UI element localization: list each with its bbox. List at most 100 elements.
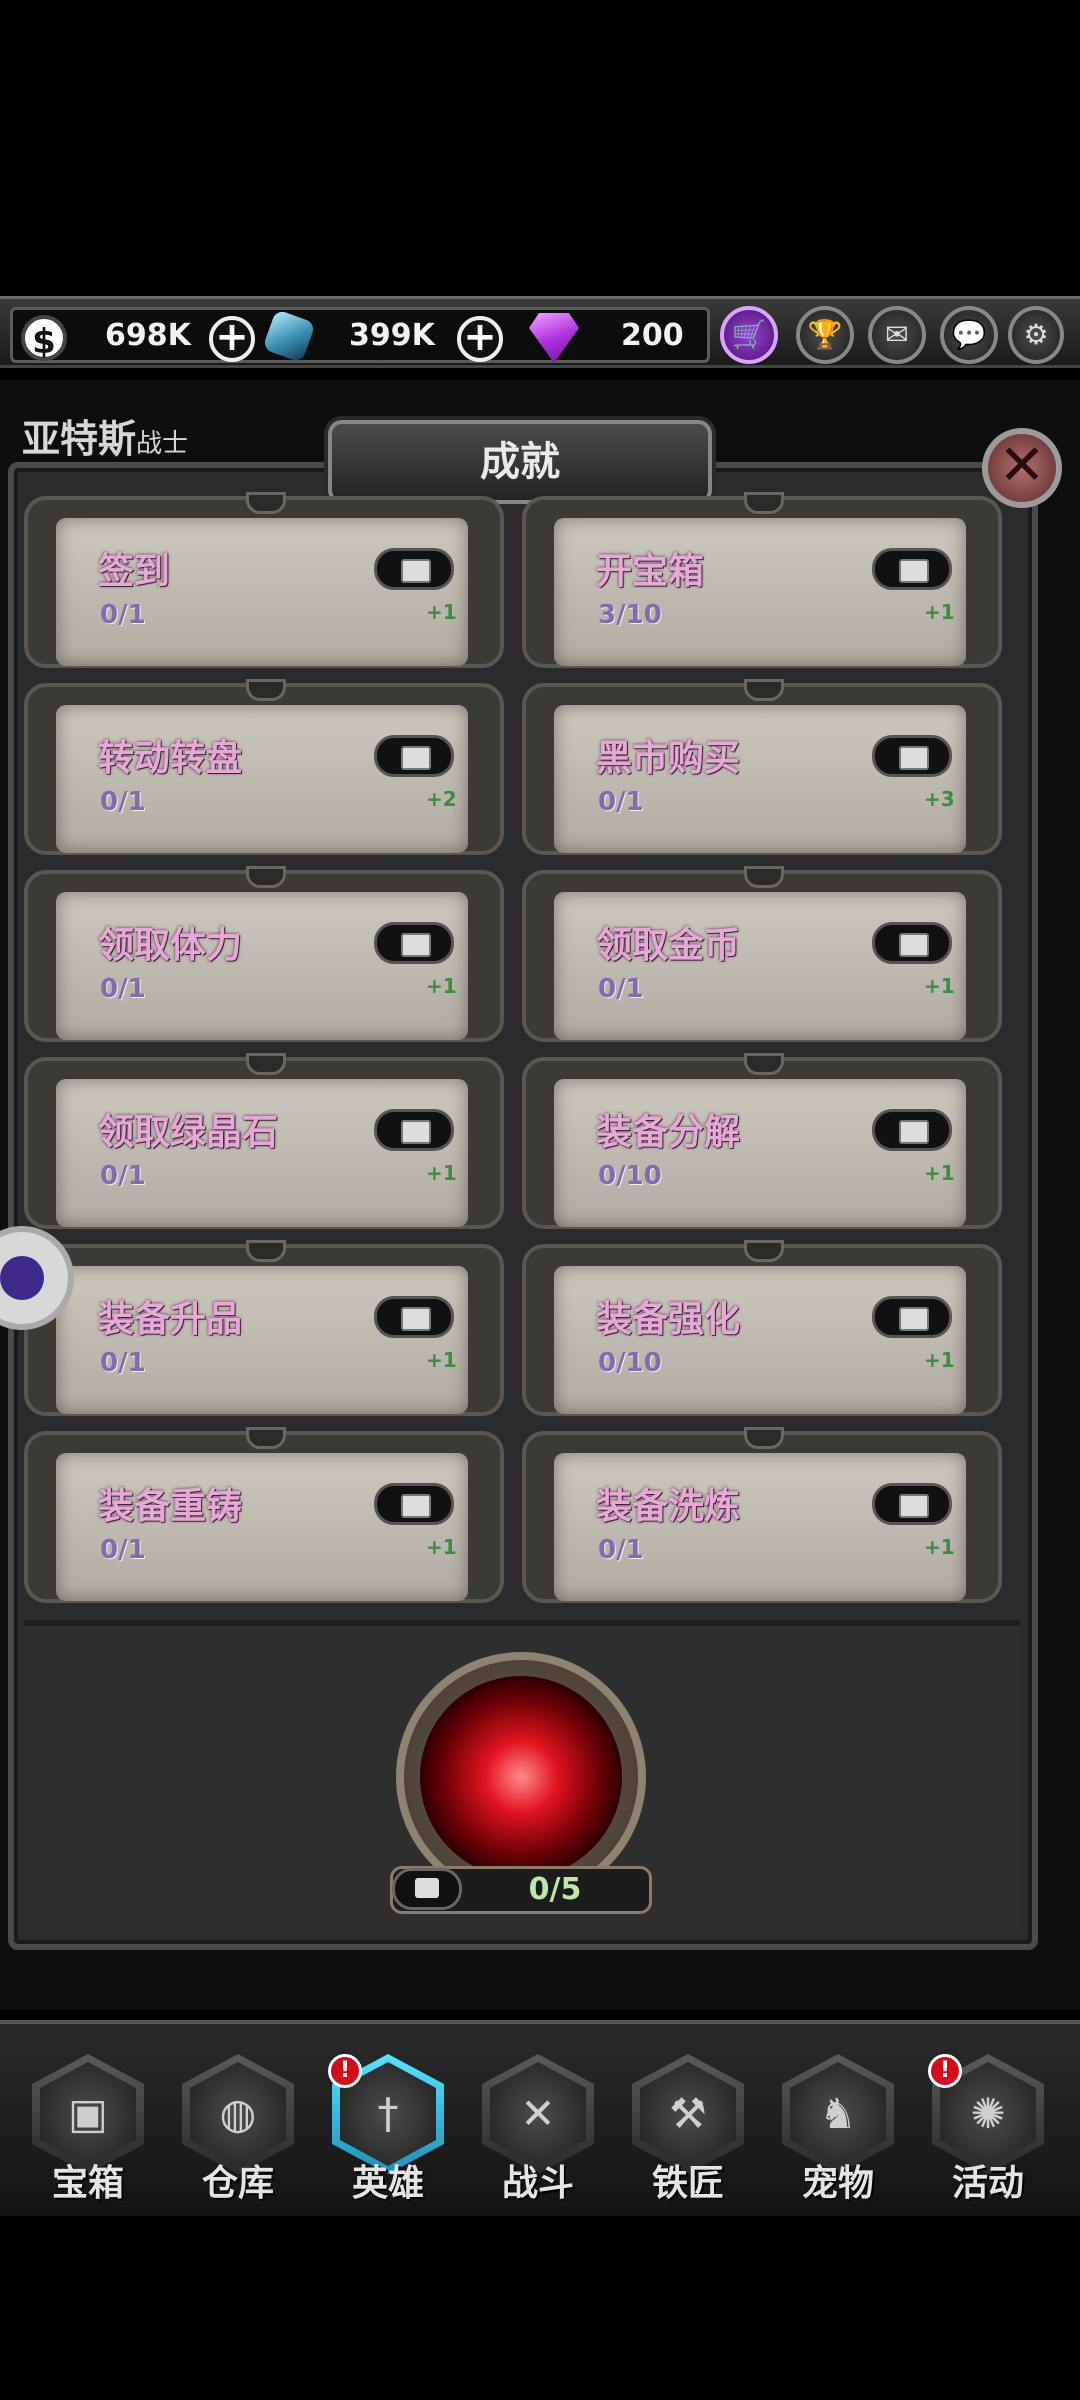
achievement-progress: 0/1 [100,1161,146,1191]
trophy-button[interactable]: 🏆 [796,306,854,364]
achievement-title: 签到 [98,551,171,592]
achievement-title: 黑市购买 [596,738,741,779]
modal-title: 成就 [328,420,712,504]
crystal-amount: 399K [349,318,435,353]
chest-icon [872,1109,952,1151]
chest-icon [872,922,952,964]
achievement-title: 装备强化 [596,1299,741,1340]
resource-box: $ 698K + 399K + 200 [10,307,710,363]
nav-label: 铁匠 [651,2163,724,2204]
card-knot [744,866,784,888]
card-knot [744,1053,784,1075]
card-knot [744,1427,784,1449]
add-gold-button[interactable]: + [209,316,255,362]
card-knot [246,1427,286,1449]
achievement-reward: +1 [426,600,457,624]
achievement-reward: +1 [924,1348,955,1372]
nav-item[interactable]: ✺ 活动! [928,2054,1048,2214]
achievement-reward: +2 [426,787,457,811]
red-orb-icon[interactable] [420,1676,622,1878]
dollar-coin-icon: $ [21,315,67,362]
purple-gem-icon [529,313,579,363]
nav-item[interactable]: ◍ 仓库 [178,2054,298,2214]
card-knot [246,492,286,514]
card-knot [744,1240,784,1262]
chest-icon: ▣ [40,2062,136,2166]
achievement-progress: 0/1 [100,974,146,1004]
achievement-card[interactable]: 装备洗炼 0/1 +1 [522,1427,1002,1603]
bottom-nav: ▣ 宝箱 ◍ 仓库 † 英雄! ✕ 战斗 ⚒ 铁匠 ♞ 宠物 ✺ 活动! [0,2020,1080,2216]
achievement-progress: 0/1 [598,787,644,817]
chest-icon [374,1483,454,1525]
chat-icon: 💬 [951,318,987,351]
card-knot [246,679,286,701]
mail-icon: ✉ [885,318,909,351]
dragon-icon: ♞ [790,2062,886,2166]
achievement-progress: 0/1 [598,974,644,1004]
achievement-card[interactable]: 装备重铸 0/1 +1 [24,1427,504,1603]
achievement-card[interactable]: 领取金币 0/1 +1 [522,866,1002,1042]
nav-label: 宠物 [801,2163,874,2204]
achievement-progress: 0/1 [100,787,146,817]
achievement-title: 转动转盘 [98,738,243,779]
card-knot [246,1240,286,1262]
gold-amount: 698K [105,318,191,353]
nav-label: 英雄 [351,2163,424,2204]
achievement-title: 装备分解 [596,1112,741,1153]
achievement-card[interactable]: 转动转盘 0/1 +2 [24,679,504,855]
achievement-progress: 3/10 [598,600,662,630]
achievement-card[interactable]: 领取绿晶石 0/1 +1 [24,1053,504,1229]
add-crystal-button[interactable]: + [457,316,503,362]
achievement-reward: +3 [924,787,955,811]
achievement-progress: 0/1 [598,1535,644,1565]
achievement-reward: +1 [924,600,955,624]
achievement-progress: 0/1 [100,600,146,630]
card-knot [246,1053,286,1075]
nav-label: 战斗 [501,2163,574,2204]
chest-icon [872,735,952,777]
achievement-card[interactable]: 领取体力 0/1 +1 [24,866,504,1042]
cart-icon: 🛒 [731,318,767,351]
chest-icon [872,1483,952,1525]
achievement-reward: +1 [924,1161,955,1185]
nav-item[interactable]: ▣ 宝箱 [28,2054,148,2214]
achievement-grid: 签到 0/1 +1 开宝箱 3/10 +1 转动转盘 0/1 +2 黑市购买 0/1 +3 领取体力 0/… [24,492,1024,1604]
achievement-reward: +1 [426,974,457,998]
achievement-title: 领取绿晶石 [98,1112,279,1153]
resource-bar: $ 698K + 399K + 200 🛒 🏆 ✉ 💬 ⚙ [0,296,1080,368]
nav-item[interactable]: † 英雄! [328,2054,448,2214]
nav-item[interactable]: ✕ 战斗 [478,2054,598,2214]
chest-icon [872,548,952,590]
card-knot [246,866,286,888]
achievement-reward: +1 [426,1348,457,1372]
achievement-card[interactable]: 装备强化 0/10 +1 [522,1240,1002,1416]
chest-icon [374,735,454,777]
achievement-title: 装备洗炼 [596,1486,741,1527]
chest-icon [392,1868,462,1910]
shop-cart-button[interactable]: 🛒 [720,306,778,364]
settings-button[interactable]: ⚙ [1008,306,1064,364]
card-knot [744,679,784,701]
chat-button[interactable]: 💬 [940,306,998,364]
mail-button[interactable]: ✉ [868,306,926,364]
achievement-title: 领取体力 [98,925,243,966]
achievement-progress: 0/1 [100,1535,146,1565]
achievement-reward: +1 [924,974,955,998]
achievement-card[interactable]: 装备升品 0/1 +1 [24,1240,504,1416]
achievement-progress: 0/10 [598,1161,662,1191]
achievement-card[interactable]: 开宝箱 3/10 +1 [522,492,1002,668]
crossed-swords-icon: ✕ [490,2062,586,2166]
achievement-card[interactable]: 黑市购买 0/1 +3 [522,679,1002,855]
nav-label: 仓库 [201,2163,274,2204]
trophy-icon: 🏆 [807,318,843,351]
achievement-title: 装备重铸 [98,1486,243,1527]
achievement-reward: +1 [426,1535,457,1559]
orb-progress: 0/5 [528,1872,582,1907]
nav-item[interactable]: ⚒ 铁匠 [628,2054,748,2214]
achievement-title: 开宝箱 [596,551,705,592]
achievement-card[interactable]: 签到 0/1 +1 [24,492,504,668]
nav-item[interactable]: ♞ 宠物 [778,2054,898,2214]
anvil-icon: ⚒ [640,2062,736,2166]
alert-badge-icon: ! [928,2054,962,2088]
achievement-card[interactable]: 装备分解 0/10 +1 [522,1053,1002,1229]
